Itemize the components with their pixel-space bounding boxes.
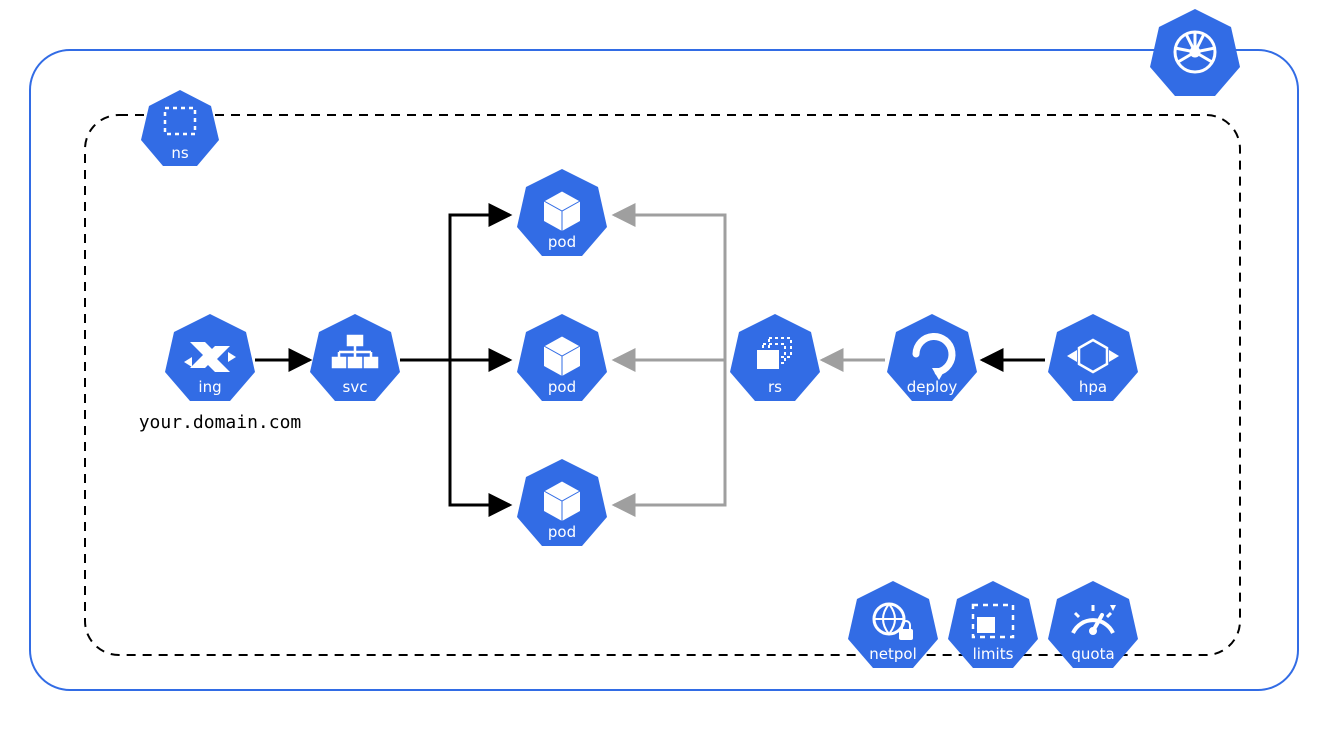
edge-rs-pod3 — [614, 360, 725, 505]
node-hpa: hpa — [1048, 314, 1138, 401]
hpa-label: hpa — [1079, 378, 1107, 396]
ingress-domain: your.domain.com — [139, 412, 302, 433]
node-pod-3: pod — [517, 459, 607, 546]
node-rs: rs — [730, 314, 820, 401]
edge-rs-pod1 — [614, 215, 725, 360]
node-pod-2: pod — [517, 314, 607, 401]
edge-svc-pod1 — [400, 215, 510, 360]
ns-label: ns — [171, 144, 189, 162]
svc-label: svc — [343, 378, 368, 396]
ing-label: ing — [198, 378, 221, 396]
node-pod-1: pod — [517, 169, 607, 256]
k8s-architecture-diagram: ns ing your.domain.com svc — [0, 0, 1328, 740]
node-deploy: deploy — [887, 314, 977, 401]
pod3-label: pod — [548, 523, 576, 541]
edge-svc-pod3 — [400, 360, 510, 505]
deploy-label: deploy — [907, 378, 958, 396]
node-svc: svc — [310, 314, 400, 401]
pod2-label: pod — [548, 378, 576, 396]
quota-label: quota — [1071, 645, 1114, 663]
kubernetes-logo — [1150, 9, 1240, 96]
rs-label: rs — [768, 378, 782, 396]
limits-label: limits — [973, 645, 1014, 663]
node-ns: ns — [141, 90, 219, 166]
pod1-label: pod — [548, 233, 576, 251]
node-netpol: netpol — [848, 581, 938, 668]
netpol-label: netpol — [869, 645, 916, 663]
node-ing: ing — [165, 314, 255, 401]
